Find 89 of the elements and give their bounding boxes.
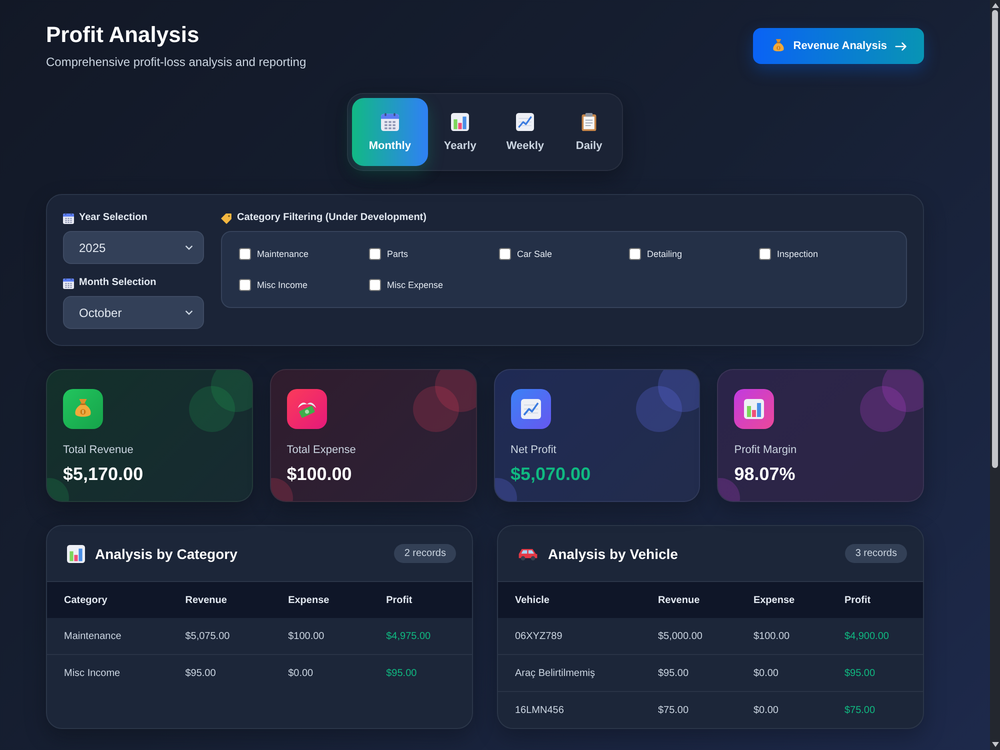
column-header: Category <box>47 582 168 618</box>
revenue-analysis-button[interactable]: Revenue Analysis <box>753 28 924 64</box>
table-cell: $0.00 <box>736 692 828 728</box>
money-wings-icon <box>286 389 327 429</box>
table-cell: $100.00 <box>271 618 370 654</box>
checkbox-label[interactable]: Car Sale <box>517 249 552 259</box>
period-tab[interactable]: Daily <box>560 98 618 166</box>
decorative-circle <box>412 386 458 432</box>
checkbox-label[interactable]: Misc Income <box>257 280 308 290</box>
chevron-down-icon <box>185 245 193 250</box>
table-cell: 06XYZ789 <box>498 618 641 654</box>
table-cell: Maintenance <box>47 618 168 654</box>
column-header: Profit <box>369 582 472 618</box>
page-subtitle: Comprehensive profit-loss analysis and reporting <box>46 54 306 70</box>
table-cell: $95.00 <box>640 654 736 692</box>
checkbox[interactable] <box>239 279 251 291</box>
table-cell: $0.00 <box>271 654 370 691</box>
table-cell: $5,000.00 <box>640 618 736 654</box>
decorative-circle <box>188 386 235 432</box>
stat-label: Profit Margin <box>734 443 798 457</box>
bar-chart-icon <box>67 544 85 562</box>
line-chart-icon <box>516 113 534 131</box>
column-header: Expense <box>271 582 370 618</box>
table-cell: $4,900.00 <box>827 618 923 654</box>
stat-value: $5,170.00 <box>63 463 144 485</box>
field-label: Category Filtering (Under Development) <box>237 211 426 225</box>
stat-label: Net Profit <box>510 443 558 457</box>
bar-chart-icon <box>451 113 470 131</box>
arrow-right-icon <box>895 42 907 50</box>
month-select[interactable]: October <box>63 296 204 329</box>
decorative-circle <box>860 386 906 432</box>
field-label: Year Selection <box>79 211 148 225</box>
checkbox[interactable] <box>499 248 511 260</box>
bar-chart-icon <box>734 389 774 429</box>
column-header: Expense <box>736 582 828 618</box>
stat-value: 98.07% <box>734 463 796 485</box>
caret-up-icon[interactable] <box>992 3 998 8</box>
table-cell: $100.00 <box>736 618 828 654</box>
card-title: Analysis by Category <box>95 544 238 562</box>
table-cell: $5,075.00 <box>168 618 272 654</box>
table-cell: $95.00 <box>369 654 472 691</box>
checkbox[interactable] <box>629 248 641 260</box>
scrollbar-thumb[interactable] <box>992 10 998 468</box>
column-header: Vehicle <box>498 582 641 618</box>
stat-label: Total Expense <box>286 443 357 457</box>
record-count-badge: 3 records <box>845 544 907 563</box>
checkbox-label[interactable]: Misc Expense <box>387 280 444 290</box>
checkbox[interactable] <box>369 279 381 291</box>
checkbox-label[interactable]: Inspection <box>777 249 818 259</box>
chevron-down-icon <box>185 310 193 315</box>
car-icon <box>518 546 538 560</box>
period-tab[interactable]: Yearly <box>430 98 490 166</box>
table-cell: Misc Income <box>47 654 168 691</box>
decorative-circle <box>636 386 682 432</box>
checkbox-label[interactable]: Detailing <box>647 249 682 259</box>
table-cell: $95.00 <box>827 654 923 692</box>
table-cell: $4,975.00 <box>369 618 472 654</box>
card-title: Analysis by Vehicle <box>548 544 679 562</box>
stat-label: Total Revenue <box>63 443 134 457</box>
table-cell: 16LMN456 <box>498 692 641 728</box>
checkbox-label[interactable]: Maintenance <box>257 249 309 259</box>
checkbox[interactable] <box>759 248 771 260</box>
caret-down-icon[interactable] <box>992 742 998 747</box>
period-tab[interactable]: Weekly <box>492 98 558 166</box>
record-count-badge: 2 records <box>394 544 456 563</box>
stat-value: $5,070.00 <box>510 463 592 485</box>
column-header: Revenue <box>640 582 736 618</box>
year-select[interactable]: 2025 <box>63 231 204 264</box>
tag-icon <box>221 212 232 224</box>
stat-value: $100.00 <box>286 463 353 485</box>
line-chart-icon <box>510 389 550 429</box>
table-cell: $75.00 <box>827 692 923 728</box>
calendar-icon <box>380 113 399 131</box>
money-bag-icon <box>63 389 103 429</box>
calendar-icon <box>63 212 74 224</box>
table-cell: $0.00 <box>736 654 828 692</box>
checkbox-label[interactable]: Parts <box>387 249 408 259</box>
table-cell: $95.00 <box>168 654 272 691</box>
field-label: Month Selection <box>79 276 156 290</box>
clipboard-icon <box>580 113 598 131</box>
calendar-icon <box>63 278 74 288</box>
column-header: Profit <box>827 582 923 618</box>
checkbox[interactable] <box>239 248 251 260</box>
money-bag-icon <box>772 39 786 53</box>
page-title: Profit Analysis <box>46 22 200 48</box>
checkbox[interactable] <box>369 248 381 260</box>
column-header: Revenue <box>168 582 272 618</box>
table-cell: $75.00 <box>640 692 736 728</box>
table-cell: Araç Belirtilmemiş <box>498 654 641 692</box>
